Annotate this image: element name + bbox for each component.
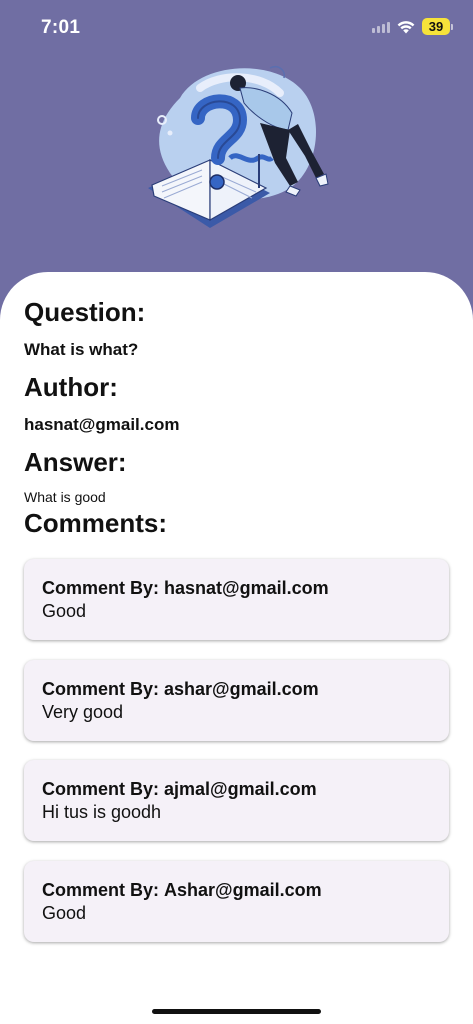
- author-heading: Author:: [24, 372, 118, 402]
- comment-text: Hi tus is goodh: [42, 802, 162, 822]
- comments-heading: Comments:: [24, 508, 168, 538]
- comment-text: Good: [42, 903, 87, 923]
- comment-text: Very good: [42, 702, 124, 722]
- status-time: 7:01: [41, 17, 81, 38]
- comment-card[interactable]: Comment By: ashar@gmail.com Very good: [24, 660, 449, 741]
- comment-card[interactable]: Comment By: ajmal@gmail.com Hi tus is go…: [24, 760, 449, 841]
- comment-by-label: Comment By:: [42, 578, 160, 598]
- comment-by-label: Comment By:: [42, 880, 160, 900]
- status-bar: 7:01 39: [0, 0, 473, 56]
- comment-author: Ashar@gmail.com: [164, 880, 322, 900]
- battery-level: 39: [422, 18, 450, 35]
- status-icons: 39: [372, 18, 453, 35]
- comment-author: ashar@gmail.com: [164, 679, 319, 699]
- comment-author: ajmal@gmail.com: [164, 779, 317, 799]
- battery-icon: 39: [422, 18, 453, 35]
- question-text: What is what?: [24, 340, 139, 359]
- answer-heading: Answer:: [24, 447, 127, 477]
- comment-by-label: Comment By:: [42, 779, 160, 799]
- comment-card[interactable]: Comment By: hasnat@gmail.com Good: [24, 559, 449, 640]
- question-heading: Question:: [24, 297, 146, 327]
- wifi-icon: [397, 20, 415, 33]
- comment-by-label: Comment By:: [42, 679, 160, 699]
- comment-text: Good: [42, 601, 87, 621]
- answer-text: What is good: [24, 489, 106, 505]
- comment-author: hasnat@gmail.com: [164, 578, 329, 598]
- author-email: hasnat@gmail.com: [24, 415, 180, 434]
- cellular-signal-icon: [372, 21, 390, 33]
- question-book-illustration: [148, 66, 329, 228]
- home-indicator[interactable]: [152, 1009, 321, 1014]
- comment-card[interactable]: Comment By: Ashar@gmail.com Good: [24, 861, 449, 942]
